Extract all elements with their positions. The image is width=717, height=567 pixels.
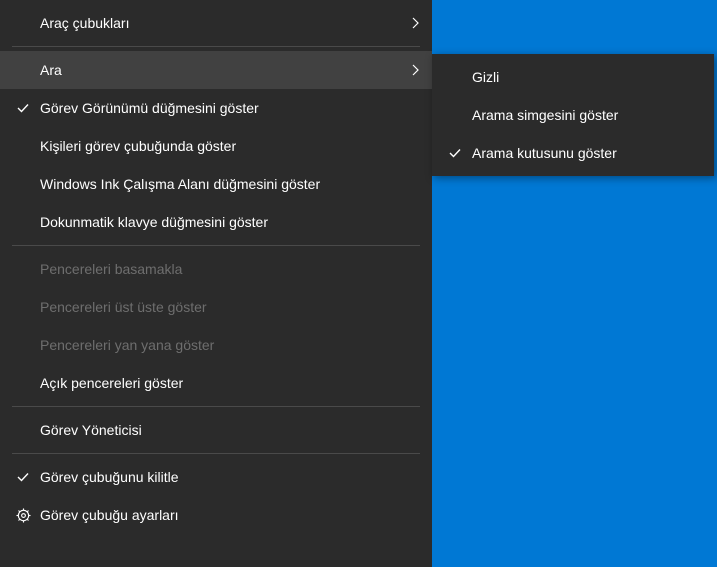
menu-item-lock-taskbar[interactable]: Görev çubuğunu kilitle	[0, 458, 432, 496]
menu-label: Görev çubuğunu kilitle	[36, 469, 420, 485]
chevron-right-icon	[410, 63, 420, 77]
menu-item-side-by-side-windows: Pencereleri yan yana göster	[0, 326, 432, 364]
menu-item-show-ink-workspace[interactable]: Windows Ink Çalışma Alanı düğmesini göst…	[0, 165, 432, 203]
menu-label: Görev Görünümü düğmesini göster	[36, 100, 420, 116]
menu-item-show-touch-keyboard[interactable]: Dokunmatik klavye düğmesini göster	[0, 203, 432, 241]
menu-label: Görev Yöneticisi	[36, 422, 420, 438]
menu-label: Pencereleri yan yana göster	[36, 337, 420, 353]
menu-label: Pencereleri basamakla	[36, 261, 420, 277]
menu-label: Windows Ink Çalışma Alanı düğmesini göst…	[36, 176, 420, 192]
menu-label: Açık pencereleri göster	[36, 375, 420, 391]
menu-label: Pencereleri üst üste göster	[36, 299, 420, 315]
menu-item-stack-windows: Pencereleri üst üste göster	[0, 288, 432, 326]
menu-label: Dokunmatik klavye düğmesini göster	[36, 214, 420, 230]
menu-separator	[12, 245, 420, 246]
menu-item-toolbars[interactable]: Araç çubukları	[0, 4, 432, 42]
check-icon	[10, 101, 36, 115]
menu-label: Gizli	[468, 69, 702, 85]
check-icon	[442, 146, 468, 160]
gear-icon	[10, 508, 36, 523]
submenu-item-hidden[interactable]: Gizli	[432, 58, 714, 96]
menu-label: Kişileri görev çubuğunda göster	[36, 138, 420, 154]
menu-item-search[interactable]: Ara	[0, 51, 432, 89]
chevron-right-icon	[410, 16, 420, 30]
menu-item-taskbar-settings[interactable]: Görev çubuğu ayarları	[0, 496, 432, 534]
menu-item-show-people[interactable]: Kişileri görev çubuğunda göster	[0, 127, 432, 165]
menu-label: Araç çubukları	[36, 15, 410, 31]
submenu-item-show-search-box[interactable]: Arama kutusunu göster	[432, 134, 714, 172]
menu-separator	[12, 46, 420, 47]
submenu-item-show-search-icon[interactable]: Arama simgesini göster	[432, 96, 714, 134]
search-submenu: Gizli Arama simgesini göster Arama kutus…	[432, 54, 714, 176]
menu-label: Arama kutusunu göster	[468, 145, 702, 161]
check-icon	[10, 470, 36, 484]
menu-label: Arama simgesini göster	[468, 107, 702, 123]
menu-label: Ara	[36, 62, 410, 78]
menu-separator	[12, 453, 420, 454]
menu-item-show-open-windows[interactable]: Açık pencereleri göster	[0, 364, 432, 402]
menu-separator	[12, 406, 420, 407]
taskbar-context-menu: Araç çubukları Ara Görev Görünümü düğmes…	[0, 0, 432, 567]
menu-item-cascade-windows: Pencereleri basamakla	[0, 250, 432, 288]
menu-item-task-manager[interactable]: Görev Yöneticisi	[0, 411, 432, 449]
menu-item-show-task-view[interactable]: Görev Görünümü düğmesini göster	[0, 89, 432, 127]
menu-label: Görev çubuğu ayarları	[36, 507, 420, 523]
